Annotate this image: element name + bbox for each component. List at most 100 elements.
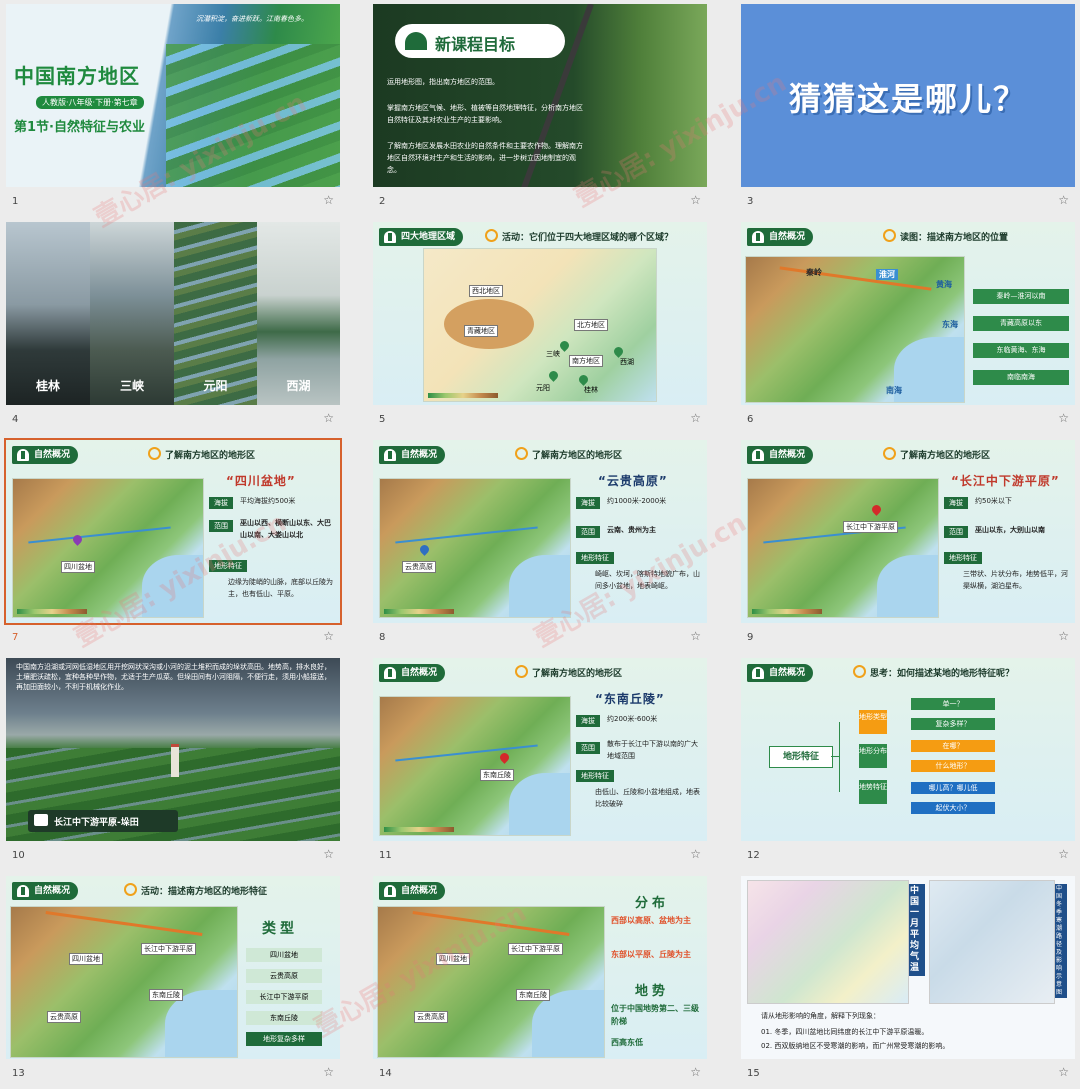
position-button-1[interactable]: 秦岭—淮河以南 (973, 289, 1069, 304)
star-icon[interactable]: ☆ (1058, 1065, 1069, 1079)
map-place-sanxia: 三峡 (546, 350, 560, 358)
slide-12-canvas[interactable]: 自然概况 思考：如何描述某地的地形特征呢？ 地形特征 地形类型 地形分布 地势特… (741, 658, 1075, 841)
position-button-2[interactable]: 青藏高原以东 (973, 316, 1069, 331)
map-pin-sanxia (558, 339, 571, 352)
activity-label: 了解南方地区的地形区 (532, 451, 623, 461)
slide-number: 1 (12, 196, 19, 207)
slide-thumb-1[interactable]: 中国南方地区 人教版·八年级·下册·第七章 第1节·自然特征与农业 沉潜积淀，奋… (6, 4, 340, 217)
slide-number: 15 (747, 1068, 760, 1079)
map-label-dongnan: 东南丘陵 (516, 989, 550, 1001)
slide-5-canvas[interactable]: 四大地理区域 活动：它们位于四大地理区域的哪个区域？ 西北地区 北方地区 青藏地… (373, 222, 707, 405)
star-icon[interactable]: ☆ (323, 847, 334, 861)
slide-2-canvas[interactable]: 新课程目标 运用地形图，指出南方地区的范围。 掌握南方地区气候、地形、植被等自然… (373, 4, 707, 187)
star-icon[interactable]: ☆ (323, 629, 334, 643)
tag-feature: 地形特征 (576, 552, 614, 564)
trend-item-1: 位于中国地势第二、三级阶梯 (611, 1004, 699, 1026)
landform-map: 长江中下游平原 (747, 478, 939, 618)
mountain-icon (384, 885, 396, 897)
slide-1-canvas[interactable]: 中国南方地区 人教版·八年级·下册·第七章 第1节·自然特征与农业 沉潜积淀，奋… (6, 4, 340, 187)
landform-title: “东南丘陵” (595, 692, 665, 706)
star-icon[interactable]: ☆ (690, 629, 701, 643)
slide-10-canvas[interactable]: 中国南方沿湖或河网低湿地区用开挖网状深沟或小河的泥土堆积而成的垛状高田。地势高，… (6, 658, 340, 841)
star-icon[interactable]: ☆ (323, 1065, 334, 1079)
star-icon[interactable]: ☆ (690, 193, 701, 207)
trend-title: 地势 (635, 984, 670, 999)
slide-3-canvas[interactable]: 猜猜这是哪儿？ (741, 4, 1075, 187)
mountain-icon (752, 667, 764, 679)
landform-title: “长江中下游平原” (951, 474, 1060, 488)
tag-range: 范围 (944, 526, 968, 538)
slide-thumb-4[interactable]: 桂林 三峡 元阳 西湖 4 ☆ (6, 222, 340, 435)
map-pin (870, 503, 883, 516)
mountain-icon (752, 231, 764, 243)
header-label: 自然概况 (401, 886, 438, 896)
leaf-type-1: 单一？ (911, 698, 995, 710)
slide-thumb-9[interactable]: 自然概况 了解南方地区的地形区 长江中下游平原 “长江中下游平原” 海拔 约50… (741, 440, 1075, 653)
slide-9-canvas[interactable]: 自然概况 了解南方地区的地形区 长江中下游平原 “长江中下游平原” 海拔 约50… (741, 440, 1075, 623)
slide-thumb-15[interactable]: 中国一月平均气温 中国冬季寒潮路径及影响示意图 请从地形影响的角度，解释下列现象… (741, 876, 1075, 1089)
slide-thumb-13[interactable]: 自然概况 活动：描述南方地区的地形特征 四川盆地 长江中下游平原 云贵高原 东南… (6, 876, 340, 1089)
slide-thumb-3[interactable]: 猜猜这是哪儿？ 3 ☆ (741, 4, 1075, 217)
type-item-3: 长江中下游平原 (246, 990, 322, 1004)
slide-thumb-11[interactable]: 自然概况 了解南方地区的地形区 东南丘陵 “东南丘陵” 海拔 约200米-600… (373, 658, 707, 871)
slide-15-canvas[interactable]: 中国一月平均气温 中国冬季寒潮路径及影响示意图 请从地形影响的角度，解释下列现象… (741, 876, 1075, 1059)
slide-thumb-10[interactable]: 中国南方沿湖或河网低湿地区用开挖网状深沟或小河的泥土堆积而成的垛状高田。地势高，… (6, 658, 340, 871)
star-icon[interactable]: ☆ (690, 847, 701, 861)
star-icon[interactable]: ☆ (323, 193, 334, 207)
qinghai-tibet-area (444, 299, 534, 349)
slide-thumb-12[interactable]: 自然概况 思考：如何描述某地的地形特征呢？ 地形特征 地形类型 地形分布 地势特… (741, 658, 1075, 871)
star-icon[interactable]: ☆ (1058, 629, 1069, 643)
tag-altitude: 海拔 (209, 497, 233, 509)
leaf-trend-2: 起伏大小？ (911, 802, 995, 814)
header-label: 自然概况 (769, 232, 806, 242)
slide-11-canvas[interactable]: 自然概况 了解南方地区的地形区 东南丘陵 “东南丘陵” 海拔 约200米-600… (373, 658, 707, 841)
slide-thumb-6[interactable]: 自然概况 读图：描述南方地区的位置 秦岭 淮河 黄海 东海 南海 秦岭—淮河以南… (741, 222, 1075, 435)
caption-box: 长江中下游平原-垛田 (28, 810, 178, 832)
place-label-xihu: 西湖 (286, 379, 311, 393)
coldwave-map (929, 880, 1055, 1004)
slide-7-canvas[interactable]: 自然概况 了解南方地区的地形区 四川盆地 “四川盆地” 海拔 平均海拔约500米… (4, 438, 342, 625)
goal-2: 掌握南方地区气候、地形、植被等自然地理特征，分析南方地区自然特征及其对农业生产的… (387, 104, 583, 124)
slide-thumb-8[interactable]: 自然概况 了解南方地区的地形区 云贵高原 “云贵高原” 海拔 约1000米-20… (373, 440, 707, 653)
map-place-guilin: 桂林 (584, 386, 598, 394)
label-nanhai: 南海 (886, 386, 902, 395)
slide-thumb-7[interactable]: 自然概况 了解南方地区的地形区 四川盆地 “四川盆地” 海拔 平均海拔约500米… (4, 438, 342, 653)
slide-14-canvas[interactable]: 自然概况 四川盆地 长江中下游平原 云贵高原 东南丘陵 分布 西部以高原、盆地为… (373, 876, 707, 1059)
star-icon[interactable]: ☆ (1058, 193, 1069, 207)
branch-type: 地形类型 (859, 710, 887, 734)
type-title: 类型 (262, 921, 298, 937)
slide-4-canvas[interactable]: 桂林 三峡 元阳 西湖 (6, 222, 340, 405)
slide-number: 9 (747, 632, 754, 643)
slide-6-canvas[interactable]: 自然概况 读图：描述南方地区的位置 秦岭 淮河 黄海 东海 南海 秦岭—淮河以南… (741, 222, 1075, 405)
star-icon[interactable]: ☆ (690, 1065, 701, 1079)
position-button-3[interactable]: 东临黄海、东海 (973, 343, 1069, 358)
map-pin-label: 长江中下游平原 (843, 521, 898, 533)
trend-item-2: 西高东低 (611, 1038, 643, 1047)
slide-thumb-5[interactable]: 四大地理区域 活动：它们位于四大地理区域的哪个区域？ 西北地区 北方地区 青藏地… (373, 222, 707, 435)
star-icon[interactable]: ☆ (1058, 847, 1069, 861)
range-text: 巫山以东，大别山以南 (975, 526, 1045, 534)
map-label-changjiang: 长江中下游平原 (141, 943, 196, 955)
boundary-line (412, 911, 570, 936)
slide-8-canvas[interactable]: 自然概况 了解南方地区的地形区 云贵高原 “云贵高原” 海拔 约1000米-20… (373, 440, 707, 623)
tag-range: 范围 (576, 526, 600, 538)
slide-thumb-2[interactable]: 新课程目标 运用地形图，指出南方地区的范围。 掌握南方地区气候、地形、植被等自然… (373, 4, 707, 217)
star-icon[interactable]: ☆ (690, 411, 701, 425)
dist-item-1: 西部以高原、盆地为主 (611, 916, 691, 925)
connector-root (831, 756, 839, 757)
landform-title: “云贵高原” (598, 474, 668, 488)
sea-area (509, 554, 570, 617)
mountain-icon (384, 449, 396, 461)
star-icon[interactable]: ☆ (1058, 411, 1069, 425)
slide-thumb-14[interactable]: 自然概况 四川盆地 长江中下游平原 云贵高原 东南丘陵 分布 西部以高原、盆地为… (373, 876, 707, 1089)
slide-header: 自然概况 (747, 228, 814, 246)
slide-13-canvas[interactable]: 自然概况 活动：描述南方地区的地形特征 四川盆地 长江中下游平原 云贵高原 东南… (6, 876, 340, 1059)
tag-altitude: 海拔 (576, 497, 600, 509)
activity-text: 了解南方地区的地形区 (148, 447, 255, 461)
slide-1-title: 中国南方地区 (14, 64, 140, 88)
header-label: 自然概况 (769, 450, 806, 460)
position-button-4[interactable]: 南临南海 (973, 370, 1069, 385)
slide-number: 2 (379, 196, 386, 207)
star-icon[interactable]: ☆ (323, 411, 334, 425)
slide-header: 自然概况 (747, 664, 814, 682)
